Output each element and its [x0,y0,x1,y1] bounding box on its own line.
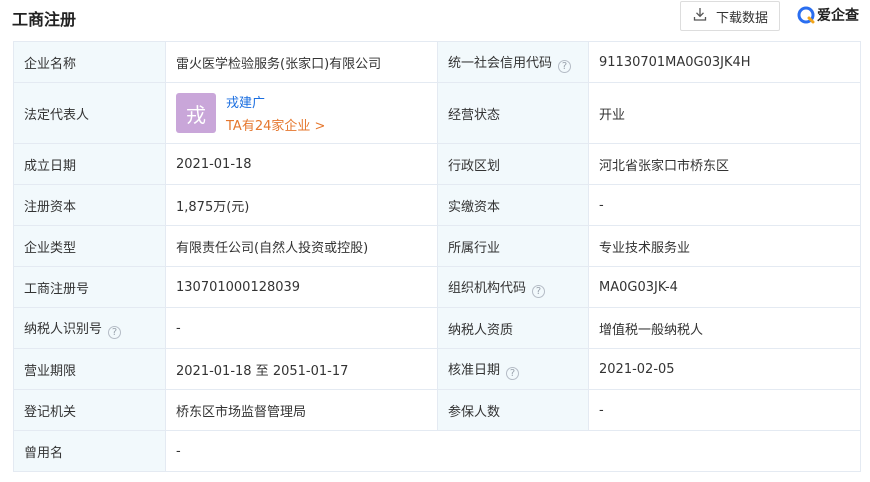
table-row: 法定代表人 戎 戎建广 TA有24家企业 > 经营状态 开业 [13,82,861,144]
legal-rep-name-link[interactable]: 戎建广 [226,92,325,111]
table-row: 登记机关 桥东区市场监督管理局 参保人数 - [13,389,861,431]
table-row: 成立日期 2021-01-18 行政区划 河北省张家口市桥东区 [13,143,861,185]
label-taxpayer-qualification: 纳税人资质 [437,307,589,349]
download-data-button[interactable]: 下载数据 [680,1,780,31]
label-paid-capital: 实缴资本 [437,184,589,226]
help-icon[interactable]: ? [532,284,546,298]
help-icon[interactable]: ? [506,366,520,380]
label-credit-code: 统一社会信用代码? [437,41,589,83]
aiqicha-logo-icon [797,6,815,24]
label-status: 经营状态 [437,82,589,144]
label-approval-date: 核准日期? [437,348,589,390]
section-title: 工商注册 [12,10,77,29]
value-business-term: 2021-01-18 至 2051-01-17 [165,348,438,390]
table-row: 企业名称 雷火医学检验服务(张家口)有限公司 统一社会信用代码? 9113070… [13,41,861,83]
value-paid-capital: - [588,184,861,226]
section-header: 工商注册 下载数据 爱企查 [0,0,870,34]
value-approval-date: 2021-02-05 [588,348,861,390]
label-registration-authority: 登记机关 [13,389,166,431]
label-insured-count: 参保人数 [437,389,589,431]
value-former-name: - [165,430,861,472]
value-taxpayer-qualification: 增值税一般纳税人 [588,307,861,349]
value-credit-code: 91130701MA0G03JK4H [588,41,861,83]
registration-info-table: 企业名称 雷火医学检验服务(张家口)有限公司 统一社会信用代码? 9113070… [13,41,861,472]
table-row: 营业期限 2021-01-18 至 2051-01-17 核准日期? 2021-… [13,348,861,390]
value-registration-authority: 桥东区市场监督管理局 [165,389,438,431]
table-row: 曾用名 - [13,430,861,472]
aiqicha-logo[interactable]: 爱企查 [797,5,859,25]
value-status: 开业 [588,82,861,144]
value-registration-number: 130701000128039 [165,266,438,308]
label-business-term: 营业期限 [13,348,166,390]
value-insured-count: - [588,389,861,431]
label-company-type: 企业类型 [13,225,166,267]
related-companies-link[interactable]: TA有24家企业 > [226,115,325,134]
value-org-code: MA0G03JK-4 [588,266,861,308]
label-industry: 所属行业 [437,225,589,267]
label-former-name: 曾用名 [13,430,166,472]
help-icon[interactable]: ? [108,325,122,339]
avatar[interactable]: 戎 [176,93,216,133]
label-legal-rep: 法定代表人 [13,82,166,144]
table-row: 企业类型 有限责任公司(自然人投资或控股) 所属行业 专业技术服务业 [13,225,861,267]
table-row: 注册资本 1,875万(元) 实缴资本 - [13,184,861,226]
label-registered-capital: 注册资本 [13,184,166,226]
download-icon [692,6,708,26]
value-company-name: 雷火医学检验服务(张家口)有限公司 [165,41,438,83]
value-company-type: 有限责任公司(自然人投资或控股) [165,225,438,267]
label-org-code: 组织机构代码? [437,266,589,308]
value-founded-date: 2021-01-18 [165,143,438,185]
download-label: 下载数据 [715,10,768,26]
label-company-name: 企业名称 [13,41,166,83]
label-registration-number: 工商注册号 [13,266,166,308]
value-industry: 专业技术服务业 [588,225,861,267]
label-founded-date: 成立日期 [13,143,166,185]
label-taxpayer-id: 纳税人识别号? [13,307,166,349]
value-region: 河北省张家口市桥东区 [588,143,861,185]
label-region: 行政区划 [437,143,589,185]
value-taxpayer-id: - [165,307,438,349]
value-legal-rep: 戎 戎建广 TA有24家企业 > [165,82,438,144]
value-registered-capital: 1,875万(元) [165,184,438,226]
help-icon[interactable]: ? [558,59,572,73]
table-row: 纳税人识别号? - 纳税人资质 增值税一般纳税人 [13,307,861,349]
table-row: 工商注册号 130701000128039 组织机构代码? MA0G03JK-4 [13,266,861,308]
logo-text: 爱企查 [817,8,859,24]
